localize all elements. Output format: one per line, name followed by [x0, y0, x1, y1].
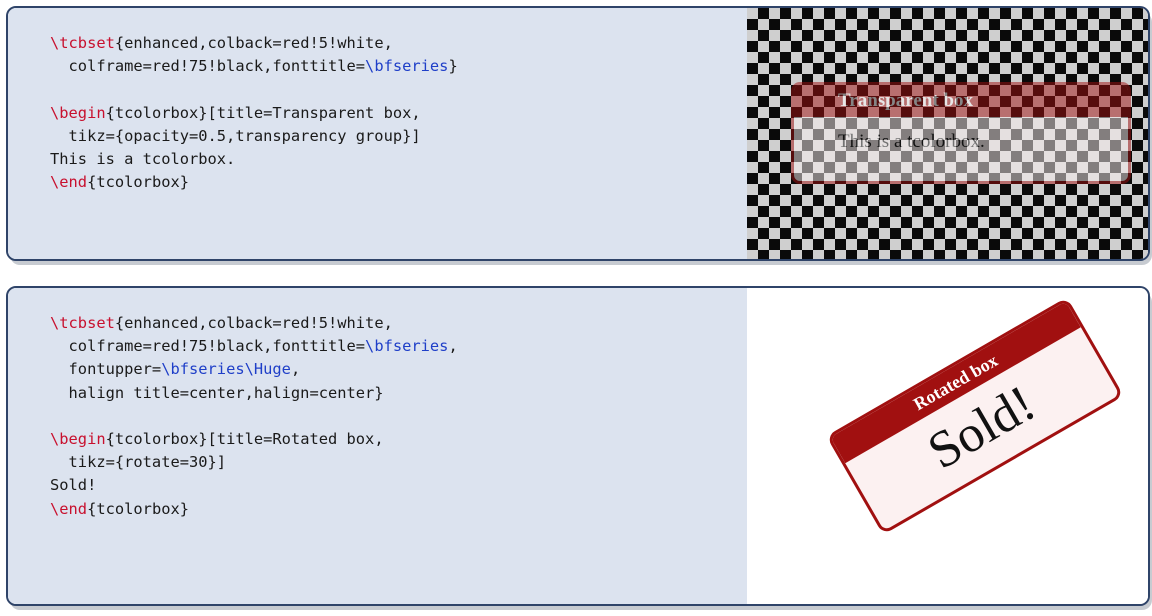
- example-rotated: \tcbset{enhanced,colback=red!5!white, co…: [6, 286, 1150, 606]
- code-line: colframe=red!75!black,fonttitle=\bfserie…: [50, 55, 458, 78]
- rotated-tcolorbox: Rotated box Sold!: [826, 297, 1124, 535]
- code-line: tikz={opacity=0.5,transparency group}]: [50, 125, 458, 148]
- result-pane: Rotated box Sold!: [747, 288, 1148, 604]
- code-text: {tcolorbox}: [87, 173, 190, 192]
- code-keyword: \tcbset: [50, 34, 115, 52]
- code-line: halign title=center,halign=center}: [50, 382, 458, 405]
- result-pane: Transparent box This is a tcolorbox.: [747, 8, 1148, 259]
- code-text: {tcolorbox}[title=Rotated box,: [105, 429, 384, 448]
- code-pane: \tcbset{enhanced,colback=red!5!white, co…: [8, 288, 747, 604]
- box-body: This is a tcolorbox.: [838, 131, 985, 152]
- code-listing: \tcbset{enhanced,colback=red!5!white, co…: [50, 312, 458, 521]
- code-text: {enhanced,colback=red!5!white,: [114, 34, 393, 52]
- code-line: This is a tcolorbox.: [50, 148, 458, 171]
- box-title: Transparent box: [794, 85, 1128, 117]
- code-text: fontupper=: [50, 360, 162, 379]
- code-line: \tcbset{enhanced,colback=red!5!white,: [50, 32, 458, 55]
- code-line: \begin{tcolorbox}[title=Transparent box,: [50, 102, 458, 125]
- code-line: Sold!: [50, 474, 458, 497]
- code-text: colframe=red!75!black,fonttitle=: [50, 57, 366, 76]
- code-text: halign title=center,halign=center}: [50, 383, 384, 402]
- code-text: ,: [290, 360, 301, 379]
- example-transparent: \tcbset{enhanced,colback=red!5!white, co…: [6, 6, 1150, 261]
- code-keyword: \end: [50, 173, 88, 192]
- code-text: colframe=red!75!black,fonttitle=: [50, 337, 366, 356]
- code-listing: \tcbset{enhanced,colback=red!5!white, co…: [50, 32, 458, 194]
- code-line: colframe=red!75!black,fonttitle=\bfserie…: [50, 335, 458, 358]
- code-control-sequence: \bfseries: [365, 337, 449, 356]
- transparent-tcolorbox: Transparent box This is a tcolorbox.: [791, 82, 1131, 184]
- code-text: {tcolorbox}: [87, 499, 190, 518]
- code-text: tikz={rotate=30}]: [50, 453, 227, 472]
- code-text: ,: [448, 337, 458, 356]
- code-pane: \tcbset{enhanced,colback=red!5!white, co…: [8, 8, 747, 259]
- code-text: This is a tcolorbox.: [50, 149, 236, 168]
- code-text: }: [448, 57, 458, 76]
- code-keyword: \tcbset: [50, 314, 115, 332]
- code-control-sequence: \bfseries: [365, 57, 449, 76]
- code-line: \end{tcolorbox}: [50, 171, 458, 194]
- code-line: fontupper=\bfseries\Huge,: [50, 358, 458, 381]
- code-control-sequence: \bfseries\Huge: [161, 360, 291, 379]
- code-text: {tcolorbox}[title=Transparent box,: [105, 103, 421, 122]
- code-line: \end{tcolorbox}: [50, 498, 458, 521]
- code-text: {enhanced,colback=red!5!white,: [114, 314, 393, 332]
- code-text: Sold!: [50, 476, 97, 495]
- code-line: tikz={rotate=30}]: [50, 451, 458, 474]
- code-keyword: \end: [50, 499, 88, 518]
- code-text: tikz={opacity=0.5,transparency group}]: [50, 126, 421, 145]
- code-line: \tcbset{enhanced,colback=red!5!white,: [50, 312, 458, 335]
- code-keyword: \begin: [50, 103, 106, 122]
- code-keyword: \begin: [50, 429, 106, 448]
- code-line: \begin{tcolorbox}[title=Rotated box,: [50, 428, 458, 451]
